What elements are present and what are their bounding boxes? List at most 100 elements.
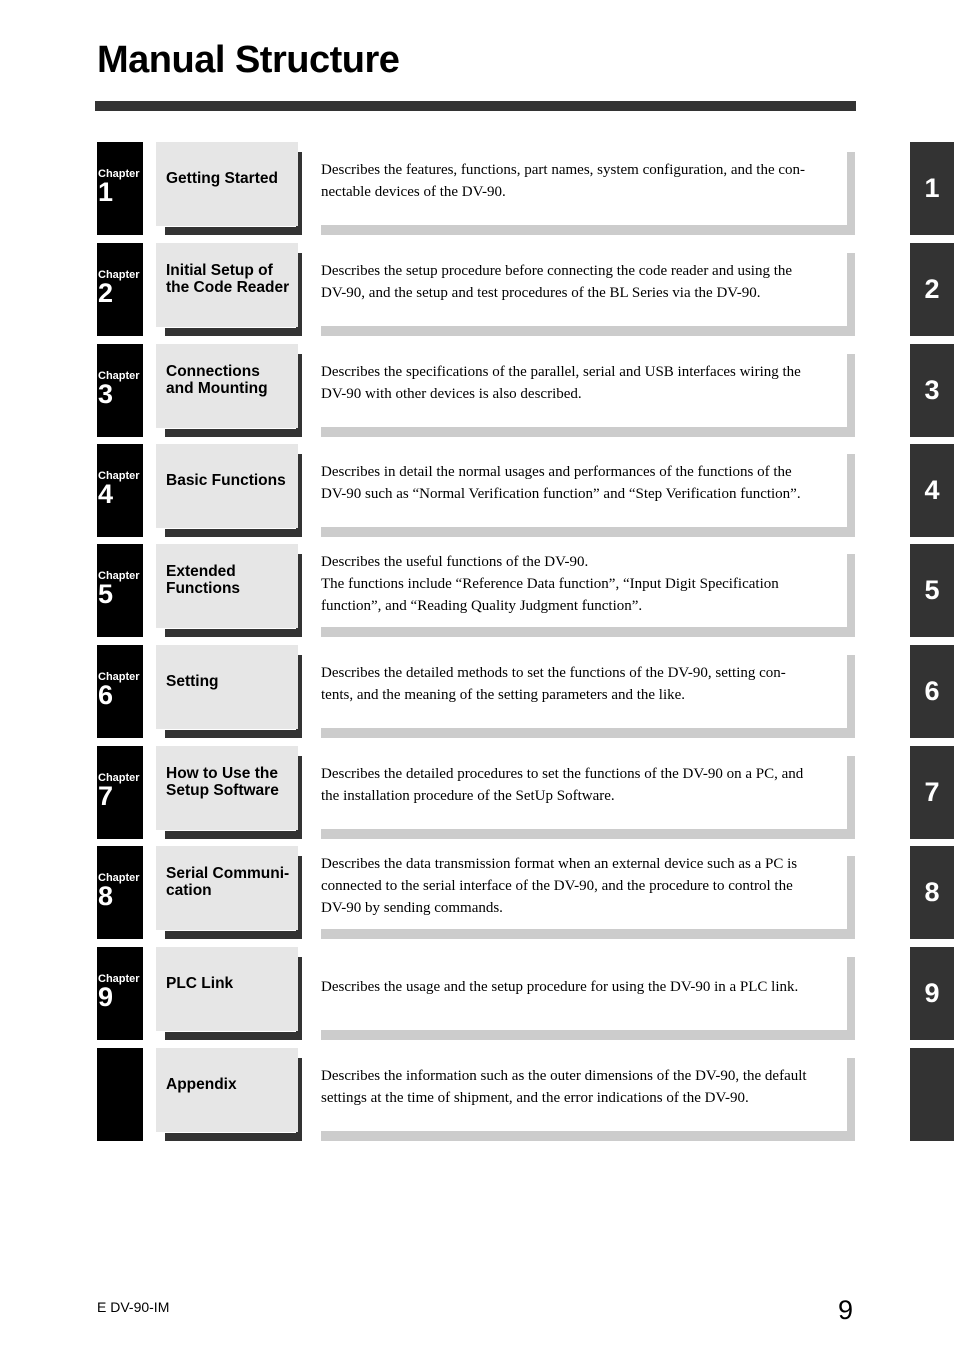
description-frame	[847, 454, 855, 537]
description-frame	[321, 1131, 855, 1141]
chapter-label-box: Chapter 9	[97, 947, 143, 1040]
chapter-row[interactable]: Chapter 5 Extended Functions Describes t…	[0, 544, 954, 638]
description-frame	[321, 829, 855, 839]
title-box-shadow	[165, 831, 302, 839]
chapter-number: 7	[98, 781, 114, 811]
chapter-index-tab[interactable]: 1	[910, 142, 954, 235]
description-frame	[321, 427, 855, 437]
chapter-index-tab[interactable]: 7	[910, 746, 954, 839]
chapter-number: 5	[98, 579, 114, 609]
chapter-index-tab[interactable]: 6	[910, 645, 954, 738]
description-frame	[847, 756, 855, 839]
chapter-title-box[interactable]: How to Use the Setup Software	[156, 746, 298, 830]
chapter-number: 1	[98, 177, 114, 207]
chapter-title: Connections and Mounting	[166, 363, 268, 397]
chapter-label-box: Chapter 7	[97, 746, 143, 839]
description-frame	[847, 152, 855, 235]
description-frame	[321, 527, 855, 537]
chapter-number: 4	[98, 479, 114, 509]
chapter-description: Describes the detailed methods to set th…	[321, 665, 786, 703]
description-frame	[847, 655, 855, 738]
description-frame	[847, 1058, 855, 1141]
page-number: 9	[838, 1295, 854, 1325]
chapter-label-box: Chapter 3	[97, 344, 143, 437]
chapter-number: 2	[98, 278, 114, 308]
chapter-row[interactable]: Chapter 2 Initial Setup of the Code Read…	[0, 243, 954, 337]
chapter-row[interactable]: Chapter 4 Basic Functions Describes in d…	[0, 444, 954, 538]
chapter-description: Describes the useful functions of the DV…	[321, 554, 779, 614]
chapter-title: Setting	[166, 672, 219, 690]
chapter-label-box: Chapter 5	[97, 544, 143, 637]
chapter-row[interactable]: Chapter 7 How to Use the Setup Software …	[0, 746, 954, 840]
chapter-title-box[interactable]: Serial Communi- cation	[156, 846, 298, 930]
chapter-title: Serial Communi- cation	[166, 865, 290, 899]
description-frame	[847, 957, 855, 1040]
description-frame	[321, 1030, 855, 1040]
title-box-shadow	[165, 227, 302, 235]
page-title: Manual Structure	[97, 39, 400, 81]
chapter-row[interactable]: Chapter 9 PLC Link Describes the usage a…	[0, 947, 954, 1041]
chapter-description: Describes the setup procedure before con…	[321, 263, 793, 301]
chapter-row[interactable]: Chapter 8 Serial Communi- cation Describ…	[0, 846, 954, 940]
chapter-description: Describes the data transmission format w…	[321, 856, 798, 916]
description-frame	[321, 929, 855, 939]
chapter-number: 9	[98, 982, 114, 1012]
description-frame	[321, 326, 855, 336]
description-frame	[321, 225, 855, 235]
chapter-title-box[interactable]: Initial Setup of the Code Reader	[156, 243, 298, 327]
chapter-title: Appendix	[166, 1075, 237, 1093]
chapter-title-box[interactable]: Connections and Mounting	[156, 344, 298, 428]
chapter-label-box	[97, 1048, 143, 1141]
title-box-shadow	[165, 328, 302, 336]
chapter-title-box[interactable]: Appendix	[156, 1048, 298, 1132]
chapter-title: Initial Setup of the Code Reader	[166, 262, 290, 296]
chapter-label-box: Chapter 1	[97, 142, 143, 235]
chapter-title: Extended Functions	[166, 563, 241, 597]
chapter-title-box[interactable]: Basic Functions	[156, 444, 298, 528]
title-box-shadow	[165, 931, 302, 939]
chapter-description: Describes the usage and the setup proced…	[321, 979, 799, 995]
chapter-index-tab[interactable]: 9	[910, 947, 954, 1040]
chapter-title: How to Use the Setup Software	[166, 765, 279, 799]
chapter-index-tab[interactable]: 2	[910, 243, 954, 336]
chapter-title: Getting Started	[166, 169, 278, 187]
chapter-index-tab[interactable]: 8	[910, 846, 954, 939]
chapter-index-tab[interactable]: 5	[910, 544, 954, 637]
chapter-index-tab[interactable]	[910, 1048, 954, 1141]
title-box-shadow	[165, 730, 302, 738]
title-box-shadow	[165, 529, 302, 537]
description-frame	[847, 856, 855, 939]
chapter-title-box[interactable]: Setting	[156, 645, 298, 729]
description-frame	[847, 354, 855, 437]
chapter-title-box[interactable]: Getting Started	[156, 142, 298, 226]
title-box-shadow	[165, 1133, 302, 1141]
chapter-index-tab[interactable]: 3	[910, 344, 954, 437]
title-divider	[95, 101, 856, 111]
chapter-row[interactable]: Chapter 6 Setting Describes the detailed…	[0, 645, 954, 739]
chapter-title-box[interactable]: Extended Functions	[156, 544, 298, 628]
chapter-number: 6	[98, 680, 114, 710]
description-frame	[321, 728, 855, 738]
description-frame	[321, 627, 855, 637]
document-code: E DV-90-IM	[97, 1299, 170, 1315]
chapter-row[interactable]: Chapter 3 Connections and Mounting Descr…	[0, 344, 954, 438]
chapter-label-box: Chapter 4	[97, 444, 143, 537]
title-box-shadow	[165, 629, 302, 637]
chapter-label-box: Chapter 8	[97, 846, 143, 939]
chapter-title: PLC Link	[166, 974, 234, 992]
chapter-title-box[interactable]: PLC Link	[156, 947, 298, 1031]
chapter-label-box: Chapter 6	[97, 645, 143, 738]
chapter-row[interactable]: Chapter 1 Getting Started Describes the …	[0, 142, 954, 236]
chapter-label-box: Chapter 2	[97, 243, 143, 336]
description-frame	[847, 554, 855, 637]
title-box-shadow	[165, 429, 302, 437]
description-frame	[847, 253, 855, 336]
chapter-description: Describes the information such as the ou…	[321, 1068, 807, 1106]
chapter-description: Describes the features, functions, part …	[321, 162, 806, 200]
chapter-index-tab[interactable]: 4	[910, 444, 954, 537]
chapter-number: 8	[98, 881, 114, 911]
chapter-description: Describes the specifications of the para…	[321, 364, 801, 402]
chapter-row[interactable]: Appendix Describes the information such …	[0, 1048, 954, 1142]
chapter-number: 3	[98, 379, 114, 409]
chapter-title: Basic Functions	[166, 471, 286, 489]
